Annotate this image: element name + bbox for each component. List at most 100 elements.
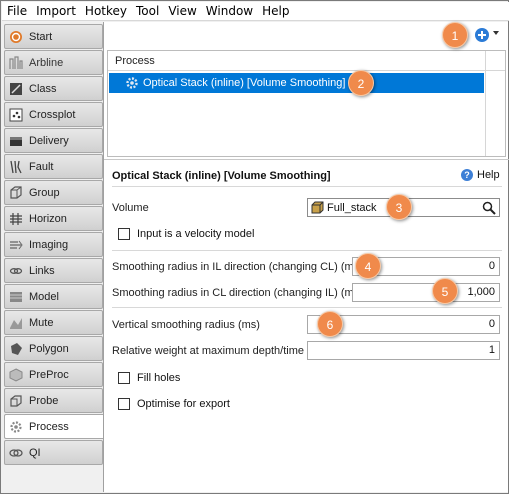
app-window: File Import Hotkey Tool View Window Help… — [0, 0, 509, 494]
menu-bar: File Import Hotkey Tool View Window Help — [2, 2, 509, 21]
cl-radius-label: Smoothing radius in CL direction (changi… — [112, 287, 358, 299]
sidebar-item-horizon[interactable]: Horizon — [4, 206, 103, 231]
sidebar-item-polygon[interactable]: Polygon — [4, 336, 103, 361]
fault-icon — [8, 159, 24, 175]
preproc-icon — [8, 367, 24, 383]
sidebar-item-arbline[interactable]: Arbline — [4, 50, 103, 75]
model-icon — [8, 289, 24, 305]
polygon-icon — [8, 341, 24, 357]
cl-radius-input[interactable]: 1,000 — [352, 283, 500, 302]
sidebar-item-links[interactable]: Links — [4, 258, 103, 283]
velocity-model-checkbox[interactable]: Input is a velocity model — [118, 228, 254, 240]
sidebar-item-label: PreProc — [29, 368, 69, 381]
sidebar-item-crossplot[interactable]: Crossplot — [4, 102, 103, 127]
callout-marker: 1 — [442, 22, 468, 48]
divider — [112, 250, 502, 251]
sidebar-item-label: Horizon — [29, 212, 67, 225]
checkbox[interactable] — [118, 228, 130, 240]
sidebar-item-label: Links — [29, 264, 55, 277]
qi-icon — [8, 445, 24, 461]
sidebar-item-imaging[interactable]: Imaging — [4, 232, 103, 257]
panel-splitter[interactable] — [104, 159, 509, 160]
sidebar-item-label: Polygon — [29, 342, 69, 355]
callout-marker: 3 — [386, 194, 412, 220]
menu-view[interactable]: View — [163, 4, 200, 18]
checkbox[interactable] — [118, 372, 130, 384]
menu-tool[interactable]: Tool — [131, 4, 163, 18]
process-icon — [8, 419, 24, 435]
horizon-icon — [8, 211, 24, 227]
callout-marker: 5 — [432, 278, 458, 304]
checkbox[interactable] — [118, 398, 130, 410]
callout-marker: 6 — [317, 311, 343, 337]
sidebar-item-process[interactable]: Process — [4, 414, 105, 439]
start-icon — [8, 29, 24, 45]
sidebar-item-label: Process — [29, 420, 69, 433]
process-list-item[interactable]: Optical Stack (inline) [Volume Smoothing… — [109, 73, 484, 93]
module-sidebar: Start Arbline Class Crossplot Delivery F… — [2, 22, 105, 492]
menu-file[interactable]: File — [2, 4, 31, 18]
sidebar-item-qi[interactable]: QI — [4, 440, 103, 465]
menu-hotkey[interactable]: Hotkey — [80, 4, 131, 18]
chevron-down-icon[interactable] — [493, 31, 499, 35]
sidebar-item-probe[interactable]: Probe — [4, 388, 103, 413]
sidebar-item-label: Probe — [29, 394, 59, 407]
menu-window[interactable]: Window — [201, 4, 257, 18]
sidebar-item-delivery[interactable]: Delivery — [4, 128, 103, 153]
sidebar-item-label: Mute — [29, 316, 54, 329]
process-list: Process Optical Stack (inline) [Volume S… — [107, 50, 506, 157]
group-icon — [8, 185, 24, 201]
divider — [112, 186, 502, 187]
sidebar-item-label: Delivery — [29, 134, 69, 147]
add-process-button[interactable] — [475, 28, 489, 42]
delivery-icon — [8, 133, 24, 149]
callout-marker: 2 — [348, 70, 374, 96]
form-title: Optical Stack (inline) [Volume Smoothing… — [112, 170, 331, 182]
imaging-icon — [8, 237, 24, 253]
sidebar-item-label: Arbline — [29, 56, 64, 69]
vertical-radius-label: Vertical smoothing radius (ms) — [112, 319, 260, 331]
crossplot-icon — [8, 107, 24, 123]
sidebar-item-label: Model — [29, 290, 59, 303]
arbline-icon — [8, 55, 24, 71]
process-list-header: Process — [108, 51, 505, 71]
il-radius-label: Smoothing radius in IL direction (changi… — [112, 261, 358, 273]
sidebar-item-group[interactable]: Group — [4, 180, 103, 205]
fill-holes-checkbox[interactable]: Fill holes — [118, 372, 180, 384]
process-list-scrollbar[interactable] — [485, 51, 505, 156]
sidebar-item-class[interactable]: Class — [4, 76, 103, 101]
sidebar-item-label: Imaging — [29, 238, 69, 251]
relative-weight-input[interactable]: 1 — [307, 341, 500, 360]
sidebar-item-model[interactable]: Model — [4, 284, 103, 309]
fill-holes-label: Fill holes — [137, 372, 181, 384]
help-label: Help — [477, 169, 500, 181]
mute-icon — [8, 315, 24, 331]
search-icon[interactable] — [482, 201, 496, 215]
help-icon: ? — [461, 169, 473, 181]
sidebar-item-label: Class — [29, 82, 57, 95]
probe-icon — [8, 393, 24, 409]
sidebar-item-preproc[interactable]: PreProc — [4, 362, 103, 387]
process-item-label: Optical Stack (inline) [Volume Smoothing… — [143, 77, 346, 89]
class-icon — [8, 81, 24, 97]
volume-cube-icon — [311, 201, 324, 214]
sidebar-item-label: Group — [29, 186, 60, 199]
sidebar-item-mute[interactable]: Mute — [4, 310, 103, 335]
sidebar-item-start[interactable]: Start — [4, 24, 103, 49]
velocity-checkbox-label: Input is a velocity model — [137, 228, 255, 240]
divider — [112, 307, 502, 308]
sidebar-item-fault[interactable]: Fault — [4, 154, 103, 179]
volume-label: Volume — [112, 202, 149, 214]
help-button[interactable]: ? Help — [461, 169, 500, 181]
plus-icon — [478, 31, 486, 39]
sidebar-item-label: Fault — [29, 160, 54, 173]
menu-import[interactable]: Import — [31, 4, 80, 18]
optimise-export-checkbox[interactable]: Optimise for export — [118, 398, 230, 410]
optimise-label: Optimise for export — [137, 398, 230, 410]
menu-help[interactable]: Help — [257, 4, 293, 18]
sidebar-item-label: QI — [29, 446, 41, 459]
links-icon — [8, 263, 24, 279]
relative-weight-label: Relative weight at maximum depth/time — [112, 345, 304, 357]
gear-icon — [125, 76, 139, 90]
callout-marker: 4 — [355, 253, 381, 279]
